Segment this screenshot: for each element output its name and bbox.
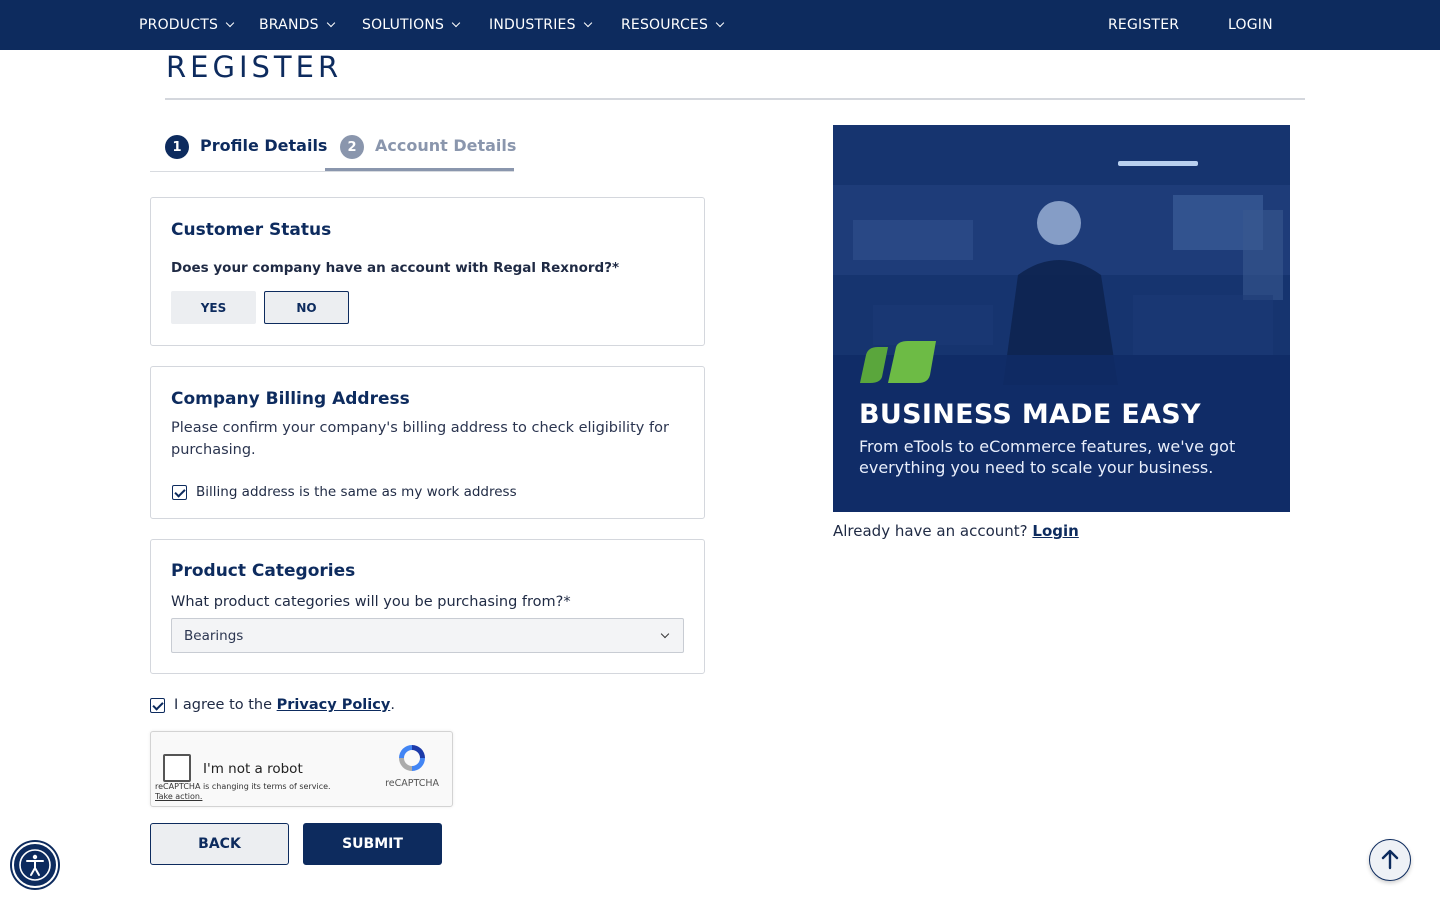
product-categories-heading: Product Categories [171,561,356,581]
green-leaf-logo-icon [860,341,936,383]
accessibility-button[interactable] [12,842,58,888]
billing-address-heading: Company Billing Address [171,389,410,409]
login-prompt: Already have an account? Login [833,522,1079,540]
chevron-down-icon [715,18,725,28]
page-title: REGISTER [166,50,343,84]
customer-status-question: Does your company have an account with R… [171,260,620,276]
nav-industries[interactable]: INDUSTRIES [489,0,592,50]
product-categories-question: What product categories will you be purc… [171,594,571,610]
step-label: Profile Details [200,136,328,155]
nav-industries-label: INDUSTRIES [489,17,576,33]
top-navigation: PRODUCTS BRANDS SOLUTIONS INDUSTRIES RES… [0,0,1440,50]
privacy-agreement-row: I agree to the Privacy Policy. [150,697,395,713]
chevron-down-icon [660,629,670,639]
nav-products[interactable]: PRODUCTS [139,0,235,50]
recaptcha-label: I'm not a robot [203,761,303,777]
privacy-policy-link[interactable]: Privacy Policy [277,697,391,713]
promo-headline: BUSINESS MADE EASY [859,399,1201,430]
nav-solutions[interactable]: SOLUTIONS [362,0,461,50]
nav-register-link[interactable]: REGISTER [1108,0,1179,50]
chevron-down-icon [326,18,335,28]
privacy-label: I agree to the Privacy Policy. [174,697,395,713]
login-link[interactable]: Login [1032,522,1078,540]
chevron-down-icon [225,18,235,28]
back-button[interactable]: BACK [150,823,289,865]
no-button[interactable]: NO [264,291,349,324]
nav-brands[interactable]: BRANDS [259,0,335,50]
nav-resources[interactable]: RESOURCES [621,0,725,50]
recaptcha-widget: I'm not a robot reCAPTCHA is changing it… [150,731,453,807]
customer-status-card: Customer Status Does your company have a… [150,197,705,346]
arrow-up-icon [1381,849,1399,870]
product-category-select[interactable]: Bearings [171,618,684,653]
recaptcha-checkbox[interactable] [163,754,191,782]
step-number-badge: 2 [340,135,364,159]
same-address-row: Billing address is the same as my work a… [172,484,517,500]
title-divider [165,98,1305,100]
billing-address-description: Please confirm your company's billing ad… [171,420,669,458]
privacy-checkbox[interactable] [150,697,165,713]
step-label: Account Details [375,136,517,155]
nav-brands-label: BRANDS [259,17,319,33]
promo-subtext: From eTools to eCommerce features, we've… [859,437,1236,477]
login-prompt-text: Already have an account? [833,522,1033,540]
recaptcha-take-action-link[interactable]: Take action. [155,792,202,801]
chevron-down-icon [451,18,461,28]
submit-button[interactable]: SUBMIT [303,823,442,865]
step-number-badge: 1 [165,135,189,159]
promo-banner: BUSINESS MADE EASY From eTools to eComme… [833,125,1290,512]
nav-solutions-label: SOLUTIONS [362,17,445,33]
active-step-underline [325,168,514,171]
accessibility-icon [19,849,51,881]
recaptcha-logo-icon [399,745,425,771]
chevron-down-icon [583,18,592,28]
step-tab-profile-details[interactable]: 1 Profile Details [165,132,327,172]
nav-products-label: PRODUCTS [139,17,219,33]
same-address-label: Billing address is the same as my work a… [196,484,517,500]
customer-status-heading: Customer Status [171,220,332,240]
scroll-to-top-button[interactable] [1369,839,1411,881]
product-category-value: Bearings [184,627,244,644]
recaptcha-brand: reCAPTCHA [385,778,439,789]
privacy-suffix: . [390,697,395,713]
same-address-checkbox[interactable] [172,484,187,500]
product-categories-card: Product Categories What product categori… [150,539,705,674]
step-tab-account-details[interactable]: 2 Account Details [340,132,516,172]
nav-login-link[interactable]: LOGIN [1228,0,1273,50]
yes-button[interactable]: YES [171,291,256,324]
privacy-prefix: I agree to the [174,697,277,713]
nav-resources-label: RESOURCES [621,17,709,33]
recaptcha-notice: reCAPTCHA is changing its terms of servi… [155,782,331,791]
billing-address-card: Company Billing Address Please confirm y… [150,366,705,519]
